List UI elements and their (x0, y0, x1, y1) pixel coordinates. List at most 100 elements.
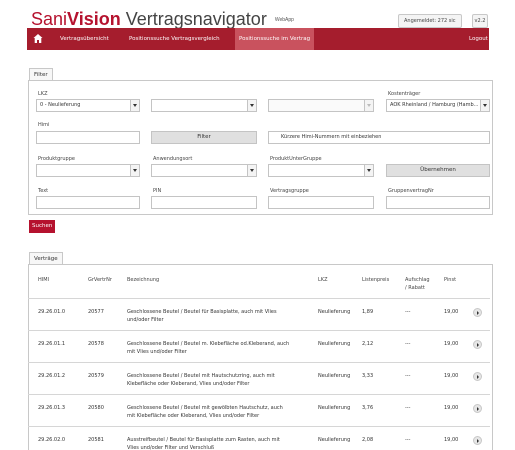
table-row[interactable]: 29.26.01.0 20577 Geschlossene Beutel / Beu… (28, 298, 490, 330)
gruppenvertragnr-label: GruppenvertragNr (388, 188, 434, 194)
lkz-subselect-disabled (268, 99, 374, 112)
vertragsgruppe-label: Vertragsgruppe (270, 188, 309, 194)
uebernehmen-button[interactable]: Übernehmen (386, 164, 490, 177)
table-row[interactable]: 29.26.01.1 20578 Geschlossene Beutel / Beu… (28, 330, 490, 362)
app-header: SaniVision Vertragsnavigator WebApp Ange… (0, 0, 515, 30)
filter-button[interactable]: Filter (151, 131, 257, 144)
chevron-down-icon (364, 165, 373, 176)
vertragsgruppe-input[interactable] (268, 196, 374, 209)
chevron-down-icon (364, 100, 373, 111)
cell-lkz: Neulieferung (318, 373, 351, 379)
col-header-pinst: Pinst (444, 277, 457, 283)
pin-input[interactable] (151, 196, 257, 209)
brand-sani: Sani (31, 9, 68, 29)
cell-himi: 29.26.01.2 (38, 373, 66, 379)
himi-input[interactable] (36, 131, 140, 144)
produktuntergruppe-label: ProduktUnterGruppe (270, 156, 322, 162)
produktgruppe-label: Produktgruppe (38, 156, 75, 162)
himi-label: Himi (38, 122, 50, 128)
nav-logout[interactable]: Logout (469, 28, 488, 50)
cell-aufschlag: --- (405, 405, 411, 411)
cell-bezeichnung-line2: mit Vlies und/oder Filter (127, 349, 187, 355)
home-icon[interactable] (33, 33, 43, 44)
text-input[interactable] (36, 196, 140, 209)
table-row[interactable]: 29.26.01.3 20580 Geschlossene Beutel / Beu… (28, 394, 490, 426)
cell-bezeichnung-line2: und/oder Filter (127, 317, 164, 323)
shorter-himi-option[interactable]: Kürzere Himi-Nummern mit einbeziehen (268, 131, 490, 144)
col-header-himi: HIMI (38, 277, 50, 283)
cell-pinst: 19,00 (444, 405, 459, 411)
nav-positionssuche-im-vertrag[interactable]: Positionssuche im Vertrag (235, 28, 315, 50)
cell-bezeichnung-line1: Ausstreifbeutel / Beutel für Basisplatte… (127, 437, 280, 443)
chevron-down-icon (480, 100, 489, 111)
cell-lkz: Neulieferung (318, 405, 351, 411)
col-header-bezeichnung: Bezeichnung (127, 277, 160, 283)
cell-bezeichnung-line1: Geschlossene Beutel / Beutel m. Klebeflä… (127, 341, 290, 347)
produktgruppe-select[interactable] (36, 164, 140, 177)
cell-grvertrnr: 20578 (88, 341, 104, 347)
cell-himi: 29.26.01.1 (38, 341, 66, 347)
chevron-down-icon (247, 100, 256, 111)
chevron-right-icon[interactable] (473, 340, 482, 349)
pin-label: PIN (153, 188, 162, 194)
cell-listenpreis: 2,08 (362, 437, 374, 443)
cell-listenpreis: 2,12 (362, 341, 374, 347)
cell-lkz: Neulieferung (318, 309, 351, 315)
chevron-right-icon[interactable] (473, 372, 482, 381)
logged-in-user-badge: Angemeldet: 272 sic (398, 14, 462, 28)
nav-vertragsuebersicht[interactable]: Vertragsübersicht (60, 28, 109, 50)
main-navbar: Vertragsübersicht Positionssuche Vertrag… (27, 28, 489, 50)
cell-bezeichnung-line1: Geschlossene Beutel / Beutel für Basispl… (127, 309, 277, 315)
gruppenvertragnr-input[interactable] (386, 196, 490, 209)
anwendungsort-select[interactable] (151, 164, 257, 177)
anwendungsort-label: Anwendungsort (153, 156, 193, 162)
contracts-tab: Verträge (29, 252, 63, 264)
cell-bezeichnung-line1: Geschlossene Beutel / Beutel mit gewölbt… (127, 405, 283, 411)
cell-himi: 29.26.01.0 (38, 309, 66, 315)
text-label: Text (38, 188, 49, 194)
cell-listenpreis: 3,76 (362, 405, 374, 411)
lkz-select[interactable]: 0 - Neulieferung (36, 99, 140, 112)
cell-pinst: 19,00 (444, 373, 459, 379)
cell-lkz: Neulieferung (318, 341, 351, 347)
chevron-right-icon[interactable] (473, 436, 482, 445)
app-title: Vertragsnavigator (125, 9, 267, 29)
chevron-right-icon[interactable] (473, 404, 482, 413)
col-header-listenpreis: Listenpreis (362, 277, 390, 283)
cell-listenpreis: 3,33 (362, 373, 374, 379)
cell-grvertrnr: 20581 (88, 437, 104, 443)
cell-grvertrnr: 20577 (88, 309, 104, 315)
cell-bezeichnung-line2: mit Klebefläche oder Kleberand, Vlies un… (127, 413, 260, 419)
chevron-right-icon[interactable] (473, 308, 482, 317)
lkz-subselect[interactable] (151, 99, 257, 112)
search-button[interactable]: Suchen (29, 220, 56, 233)
cell-aufschlag: --- (405, 309, 411, 315)
cell-grvertrnr: 20580 (88, 405, 104, 411)
cell-himi: 29.26.02.0 (38, 437, 66, 443)
cell-himi: 29.26.01.3 (38, 405, 66, 411)
table-row[interactable]: 29.26.02.0 20581 Ausstreifbeutel / Beutel … (28, 426, 490, 450)
cell-grvertrnr: 20579 (88, 373, 104, 379)
cell-bezeichnung-line2: Vlies und/oder Filter und Verschluß (127, 445, 215, 450)
cell-bezeichnung-line1: Geschlossene Beutel / Beutel mit Hautsch… (127, 373, 275, 379)
cell-pinst: 19,00 (444, 341, 459, 347)
col-header-lkz: LKZ (318, 277, 328, 283)
produktuntergruppe-select[interactable] (268, 164, 374, 177)
cell-aufschlag: --- (405, 437, 411, 443)
nav-positionssuche-vertragsvergleich[interactable]: Positionssuche Vertragsvergleich (129, 28, 220, 50)
kostentraeger-value: AOK Rheinland / Hamburg (Hamb... (390, 102, 479, 108)
kostentraeger-select[interactable]: AOK Rheinland / Hamburg (Hamb... (386, 99, 490, 112)
kostentraeger-label: Kostenträger (388, 91, 421, 97)
cell-lkz: Neulieferung (318, 437, 351, 443)
filter-panel: LKZ 0 - Neulieferung Kostenträger AOK Rh… (28, 80, 493, 215)
lkz-value: 0 - Neulieferung (40, 102, 81, 108)
cell-aufschlag: --- (405, 341, 411, 347)
cell-pinst: 19,00 (444, 309, 459, 315)
version-badge: v2.2 (472, 14, 488, 28)
col-header-grvertrnr: GrVertrNr (88, 277, 112, 283)
app-logo: SaniVision Vertragsnavigator WebApp (31, 9, 294, 30)
col-header-aufschlag: Aufschlag / Rabatt (405, 276, 430, 292)
col-header-aufschlag-line2: / Rabatt (405, 285, 425, 291)
table-row[interactable]: 29.26.01.2 20579 Geschlossene Beutel / Beu… (28, 362, 490, 394)
cell-pinst: 19,00 (444, 437, 459, 443)
